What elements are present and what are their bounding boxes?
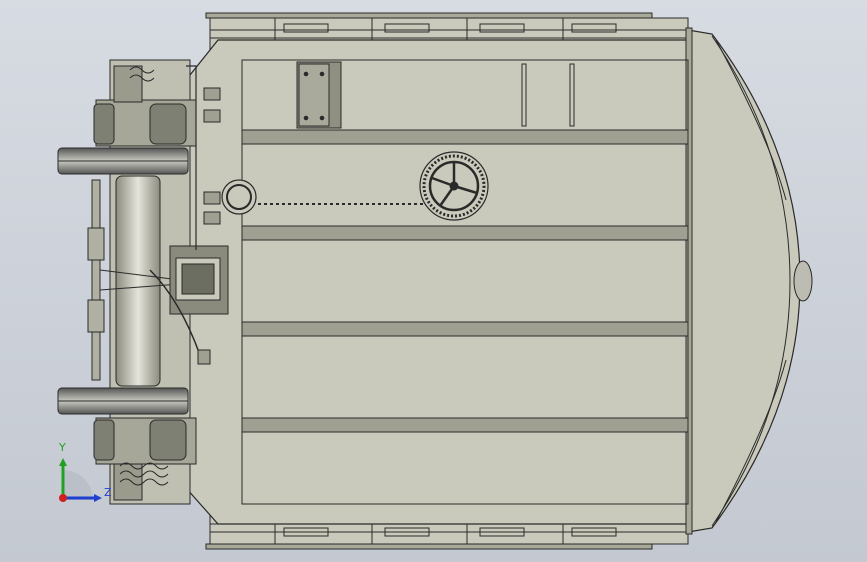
front-end-cap[interactable]: [687, 29, 801, 533]
model-view[interactable]: [0, 0, 867, 562]
axle[interactable]: [115, 175, 161, 387]
wheel-bottom[interactable]: [57, 387, 189, 415]
cad-viewport[interactable]: Y Z: [0, 0, 867, 562]
car-body[interactable]: [185, 39, 689, 525]
air-ring-fitting[interactable]: [221, 179, 257, 215]
wheel-top[interactable]: [57, 147, 189, 175]
y-axis-label: Y: [59, 441, 66, 454]
hand-brake-wheel[interactable]: [419, 151, 489, 221]
brake-valve[interactable]: [169, 245, 229, 315]
end-frame: [685, 27, 693, 535]
front-coupler[interactable]: [793, 260, 813, 302]
axis-triad: Y Z: [50, 440, 120, 510]
hatch-bracket: [296, 61, 342, 129]
z-axis-label: Z: [104, 486, 112, 499]
